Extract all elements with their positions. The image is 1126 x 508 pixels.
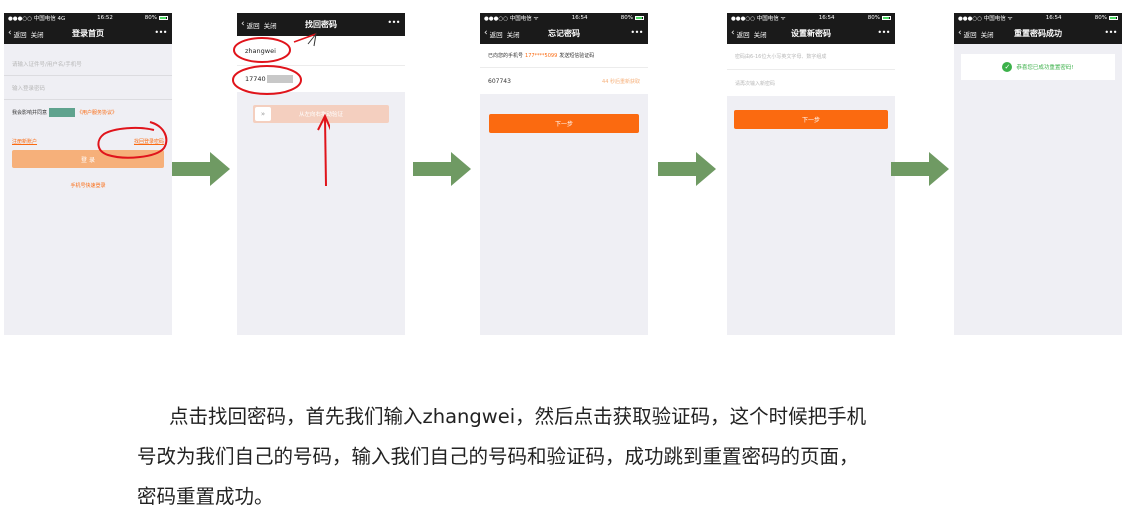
form-box: 密码由6-16位大小写英文字母、数字组成 请再次输入新密码 (727, 44, 895, 96)
back-label: 返回 (963, 30, 977, 39)
close-button[interactable]: 关闭 (264, 20, 277, 30)
back-label: 返回 (246, 21, 260, 30)
caption-line-3: 密码重置成功。 (137, 485, 274, 508)
sent-suffix: 发送短信验证码 (559, 53, 595, 59)
caption-line-2: 号改为我们自己的号码，输入我们自己的号码和验证码，成功跳到重置密码的页面， (137, 445, 859, 468)
screen-forget-password: ●●●○○ 中国电信 ᯤ 16:54 80% ‹ 返回 关闭 忘记密码 ••• 已… (480, 13, 648, 335)
password-input[interactable]: 输入登录密码 (4, 76, 172, 100)
sent-phone: 177****5099 (525, 52, 558, 59)
tutorial-figure: ●●●○○ 中国电信 4G 16:52 80% ‹ 返回 关闭 登录首页 ••• … (0, 0, 1126, 508)
page-title: 找回密码 (305, 20, 337, 29)
next-button[interactable]: 下一步 (734, 110, 888, 129)
battery-icon (634, 15, 644, 20)
status-bar: ●●●○○ 中国电信 ᯤ 16:54 80% (480, 13, 648, 23)
battery-icon (881, 15, 891, 20)
next-button[interactable]: 下一步 (489, 114, 639, 133)
screen-set-password: ●●●○○ 中国电信 ᯤ 16:54 80% ‹ 返回 关闭 设置新密码 ••• … (727, 13, 895, 335)
annotation-circle-forgot (97, 121, 168, 159)
close-button[interactable]: 关闭 (981, 29, 994, 39)
battery-label: 80% (867, 15, 880, 21)
status-bar: ●●●○○ 中国电信 ᯤ 16:54 80% (727, 13, 895, 23)
sms-sent-notice: 已向您的手机号 177****5099 发送短信验证码 (480, 44, 648, 68)
more-icon[interactable]: ••• (1104, 28, 1117, 37)
arrow-right-icon (172, 152, 230, 186)
chevron-left-icon: ‹ (484, 28, 488, 38)
battery-label: 80% (620, 15, 633, 21)
screen-login: ●●●○○ 中国电信 4G 16:52 80% ‹ 返回 关闭 登录首页 ••• … (4, 13, 172, 335)
sent-prefix: 已向您的手机号 (488, 53, 524, 59)
page-title: 忘记密码 (548, 29, 580, 38)
more-icon[interactable]: ••• (154, 28, 167, 37)
more-icon[interactable]: ••• (877, 28, 890, 37)
carrier-label: ●●●○○ 中国电信 ᯤ (731, 16, 786, 22)
caption-line-1: 点击找回密码，首先我们输入zhangwei，然后点击获取验证码，这个时候把手机 (169, 405, 867, 428)
chevron-left-icon: ‹ (958, 28, 962, 38)
arrow-right-icon (658, 152, 716, 186)
more-icon[interactable]: ••• (630, 28, 643, 37)
back-label: 返回 (736, 30, 750, 39)
back-button[interactable]: ‹ 返回 (241, 20, 260, 30)
status-bar: ●●●○○ 中国电信 ᯤ 16:54 80% (954, 13, 1122, 23)
back-button[interactable]: ‹ 返回 (484, 29, 503, 39)
battery-icon (158, 15, 168, 20)
time-label: 16:52 (97, 15, 113, 21)
success-message: 恭喜您已成功重置密码! (1016, 65, 1074, 71)
confirm-password-input[interactable]: 请再次输入新密码 (727, 70, 895, 96)
carrier-label: ●●●○○ 中国电信 ᯤ (958, 16, 1013, 22)
carrier-label: ●●●○○ 中国电信 4G (8, 16, 66, 22)
back-button[interactable]: ‹ 返回 (958, 29, 977, 39)
chevron-left-icon: ‹ (8, 28, 12, 38)
nav-bar: ‹ 返回 关闭 忘记密码 ••• (480, 23, 648, 44)
status-bar: ●●●○○ 中国电信 4G 16:52 80% (4, 13, 172, 23)
page-title: 重置密码成功 (1014, 29, 1062, 38)
sms-code-input[interactable]: 607743 44 秒后重新获取 (480, 68, 648, 94)
nav-bar: ‹ 返回 关闭 设置新密码 ••• (727, 23, 895, 44)
nav-bar: ‹ 返回 关闭 登录首页 ••• (4, 23, 172, 44)
arrow-right-icon (891, 152, 949, 186)
code-value: 607743 (488, 77, 511, 85)
back-label: 返回 (489, 30, 503, 39)
agreement-link[interactable]: 《用户服务协议》 (77, 109, 117, 116)
chevron-left-icon: ‹ (731, 28, 735, 38)
screen-reset-success: ●●●○○ 中国电信 ᯤ 16:54 80% ‹ 返回 关闭 重置密码成功 •••… (954, 13, 1122, 335)
time-label: 16:54 (818, 15, 835, 21)
nav-bar: ‹ 返回 关闭 重置密码成功 ••• (954, 23, 1122, 44)
arrow-right-icon (413, 152, 471, 186)
page-title: 登录首页 (72, 29, 104, 38)
redaction-block (49, 107, 76, 117)
agreement-label: 我会影响并同意 (12, 109, 48, 116)
close-button[interactable]: 关闭 (507, 29, 520, 39)
success-banner: ✓ 恭喜您已成功重置密码! (961, 54, 1115, 80)
back-button[interactable]: ‹ 返回 (8, 29, 27, 39)
chevron-left-icon: ‹ (241, 19, 245, 29)
battery-label: 80% (144, 15, 157, 21)
register-link[interactable]: 注册新账户 (12, 138, 37, 145)
battery-icon (1108, 15, 1118, 20)
caption-text: 点击找回密码，首先我们输入zhangwei，然后点击获取验证码，这个时候把手机 … (137, 397, 1017, 508)
username-input[interactable]: 请输入证件号/用户名/手机号 (4, 52, 172, 76)
back-label: 返回 (13, 30, 27, 39)
more-icon[interactable]: ••• (387, 18, 400, 27)
resend-countdown[interactable]: 44 秒后重新获取 (602, 78, 640, 85)
close-button[interactable]: 关闭 (31, 29, 44, 39)
battery-label: 80% (1094, 15, 1107, 21)
new-password-input[interactable]: 密码由6-16位大小写英文字母、数字组成 (727, 44, 895, 70)
annotation-marks-find (232, 32, 330, 187)
close-button[interactable]: 关闭 (754, 29, 767, 39)
check-circle-icon: ✓ (1002, 62, 1013, 72)
time-label: 16:54 (571, 15, 588, 21)
time-label: 16:54 (1045, 15, 1062, 21)
quick-login-link[interactable]: 手机号快速登录 (4, 182, 172, 189)
form-box: 已向您的手机号 177****5099 发送短信验证码 607743 44 秒后… (480, 44, 648, 94)
back-button[interactable]: ‹ 返回 (731, 29, 750, 39)
page-title: 设置新密码 (791, 29, 831, 38)
carrier-label: ●●●○○ 中国电信 ᯤ (484, 16, 539, 22)
